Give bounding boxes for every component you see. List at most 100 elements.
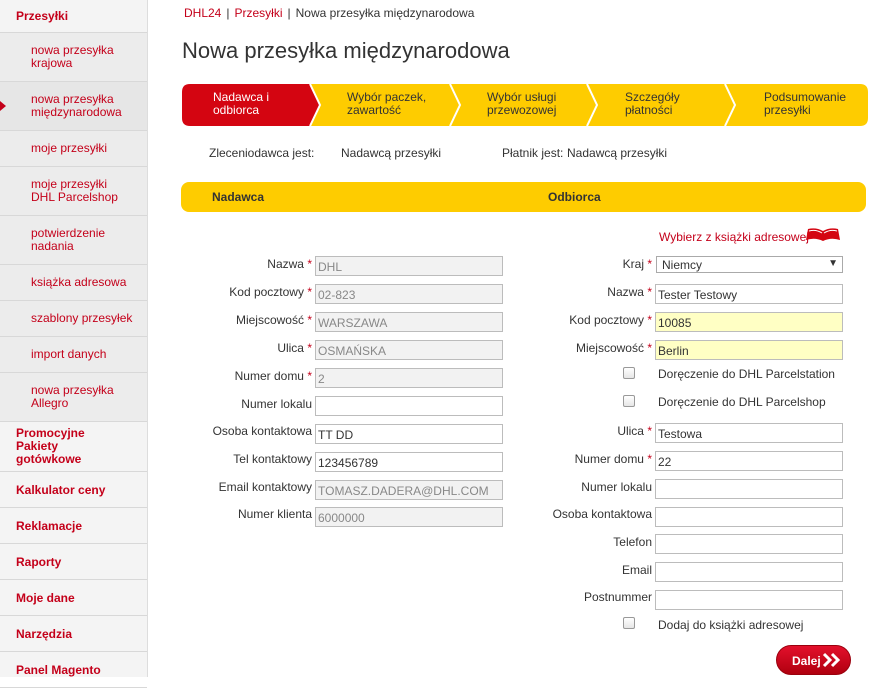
sender-house-input[interactable]: 2 <box>315 368 503 388</box>
sender-email-input[interactable]: TOMASZ.DADERA@DHL.COM <box>315 480 503 500</box>
receiver-house-label: Numer domu * <box>540 452 652 466</box>
receiver-country-select[interactable]: Niemcy ▼ <box>656 256 843 273</box>
step-podsumowanie[interactable]: Podsumowanie przesyłki <box>735 84 865 126</box>
sidebar-item-przesylki[interactable]: Przesyłki <box>0 0 147 33</box>
label-text: Ulica <box>617 424 644 438</box>
sidebar-item-magento[interactable]: Panel Magento <box>0 652 147 688</box>
sidebar-item-potwierdzenie[interactable]: potwierdzenie nadania <box>0 216 147 265</box>
required-mark: * <box>307 257 312 271</box>
sidebar-item-reklamacje[interactable]: Reklamacje <box>0 508 147 544</box>
sidebar-item-promocyjne[interactable]: Promocyjne Pakiety gotówkowe <box>0 422 147 472</box>
sender-city-label: Miejscowość * <box>200 313 312 327</box>
next-button[interactable]: Dalej <box>776 645 851 675</box>
payer-label: Płatnik jest: <box>502 146 564 160</box>
sender-section-title: Nadawca <box>212 190 265 204</box>
sender-contact-input[interactable]: TT DD <box>315 424 503 444</box>
receiver-house-input[interactable]: 22 <box>655 451 843 471</box>
receiver-name-input[interactable]: Tester Testowy <box>655 284 843 304</box>
step-szczegoly-platnosci[interactable]: Szczegóły płatności <box>597 84 727 126</box>
step-nadawca-odbiorca[interactable]: Nadawca i odbiorca <box>182 84 312 126</box>
receiver-email-label: Email <box>621 563 652 577</box>
receiver-phone-input[interactable] <box>655 534 843 554</box>
label-text: Ulica <box>277 341 304 355</box>
receiver-section-title: Odbiorca <box>548 190 601 204</box>
page-title: Nowa przesyłka międzynarodowa <box>182 38 510 63</box>
address-book-link[interactable]: Wybierz z książki adresowej <box>659 230 809 244</box>
receiver-postcode-input[interactable]: 10085 <box>655 312 843 332</box>
double-chevron-right-icon <box>822 652 841 668</box>
receiver-postcode-label: Kod pocztowy * <box>540 313 652 327</box>
receiver-phone-label: Telefon <box>613 535 652 549</box>
step-label: Nadawca i odbiorca <box>213 90 270 117</box>
sender-postcode-input[interactable]: 02-823 <box>315 284 503 304</box>
sidebar-item-import[interactable]: import danych <box>0 337 147 373</box>
sidebar-item-label: moje przesyłki DHL Parcelshop <box>31 177 118 204</box>
sender-street-input[interactable]: OSMAŃSKA <box>315 340 503 360</box>
sidebar-item-nowa-miedzynarodowa[interactable]: nowa przesyłka międzynarodowa <box>0 82 147 131</box>
sidebar-item-szablony[interactable]: szablony przesyłek <box>0 301 147 337</box>
label-text: Kod pocztowy <box>229 285 304 299</box>
sidebar-item-narzedzia[interactable]: Narzędzia <box>0 616 147 652</box>
sender-name-label: Nazwa * <box>200 257 312 271</box>
receiver-apt-input[interactable] <box>655 479 843 499</box>
receiver-apt-label: Numer lokalu <box>581 480 652 494</box>
required-mark: * <box>647 257 652 271</box>
sidebar-item-label: nowa przesyłka krajowa <box>31 43 114 70</box>
required-mark: * <box>647 285 652 299</box>
sidebar-item-allegro[interactable]: nowa przesyłka Allegro <box>0 373 147 422</box>
sidebar-item-label: Przesyłki <box>16 9 69 23</box>
breadcrumb-section-link[interactable]: Przesyłki <box>234 6 282 20</box>
sidebar-item-label: szablony przesyłek <box>31 311 133 325</box>
open-book-icon[interactable] <box>806 227 840 243</box>
sidebar-item-moje-przesylki[interactable]: moje przesyłki <box>0 131 147 167</box>
required-mark: * <box>647 452 652 466</box>
receiver-street-input[interactable]: Testowa <box>655 423 843 443</box>
label-text: Numer domu <box>574 452 644 466</box>
sender-house-label: Numer domu * <box>200 369 312 383</box>
sender-apt-input[interactable] <box>315 396 503 416</box>
ordering-party-label: Zleceniodawca jest: <box>209 146 315 160</box>
add-to-address-book-checkbox[interactable] <box>623 617 635 629</box>
sidebar-item-label: książka adresowa <box>31 275 127 289</box>
step-label: Szczegóły płatności <box>625 90 680 117</box>
sender-client-number-input[interactable]: 6000000 <box>315 507 503 527</box>
sidebar-item-ksiazka[interactable]: książka adresowa <box>0 265 147 301</box>
sender-name-input[interactable]: DHL <box>315 256 503 276</box>
sidebar-item-raporty[interactable]: Raporty <box>0 544 147 580</box>
sidebar: Przesyłki nowa przesyłka krajowa nowa pr… <box>0 0 148 688</box>
receiver-contact-label: Osoba kontaktowa <box>552 507 652 521</box>
sidebar-item-nowa-krajowa[interactable]: nowa przesyłka krajowa <box>0 33 147 82</box>
required-mark: * <box>647 424 652 438</box>
sender-phone-label: Tel kontaktowy <box>233 452 312 466</box>
step-wybor-paczek[interactable]: Wybór paczek, zawartość <box>320 84 450 126</box>
sidebar-item-moje-dane[interactable]: Moje dane <box>0 580 147 616</box>
sender-contact-label: Osoba kontaktowa <box>212 424 312 438</box>
step-label: Wybór usługi przewozowej <box>487 90 557 117</box>
parcelstation-checkbox[interactable] <box>623 367 635 379</box>
breadcrumb-home-link[interactable]: DHL24 <box>184 6 221 20</box>
sender-client-number-label: Numer klienta <box>237 507 312 521</box>
sender-phone-input[interactable]: 123456789 <box>315 452 503 472</box>
select-value: Niemcy <box>662 258 703 272</box>
sender-email-label: Email kontaktowy <box>218 480 312 494</box>
receiver-email-input[interactable] <box>655 562 843 582</box>
sidebar-item-label: Reklamacje <box>16 518 83 533</box>
sidebar-item-kalkulator[interactable]: Kalkulator ceny <box>0 472 147 508</box>
required-mark: * <box>647 313 652 327</box>
receiver-contact-input[interactable] <box>655 507 843 527</box>
sidebar-item-moje-parcelshop[interactable]: moje przesyłki DHL Parcelshop <box>0 167 147 216</box>
label-text: Kraj <box>622 257 644 271</box>
sender-apt-label: Numer lokalu <box>241 397 312 411</box>
sender-city-input[interactable]: WARSZAWA <box>315 312 503 332</box>
chevron-down-icon: ▼ <box>828 258 838 269</box>
receiver-postnummer-label: Postnummer <box>583 590 652 604</box>
parcelshop-checkbox[interactable] <box>623 395 635 407</box>
required-mark: * <box>307 313 312 327</box>
receiver-city-input[interactable]: Berlin <box>655 340 843 360</box>
required-mark: * <box>307 369 312 383</box>
payer-value: Nadawcą przesyłki <box>567 146 668 160</box>
receiver-postnummer-input[interactable] <box>655 590 843 610</box>
required-mark: * <box>307 341 312 355</box>
add-to-address-book-label: Dodaj do książki adresowej <box>658 618 804 632</box>
step-wybor-uslugi[interactable]: Wybór usługi przewozowej <box>460 84 590 126</box>
